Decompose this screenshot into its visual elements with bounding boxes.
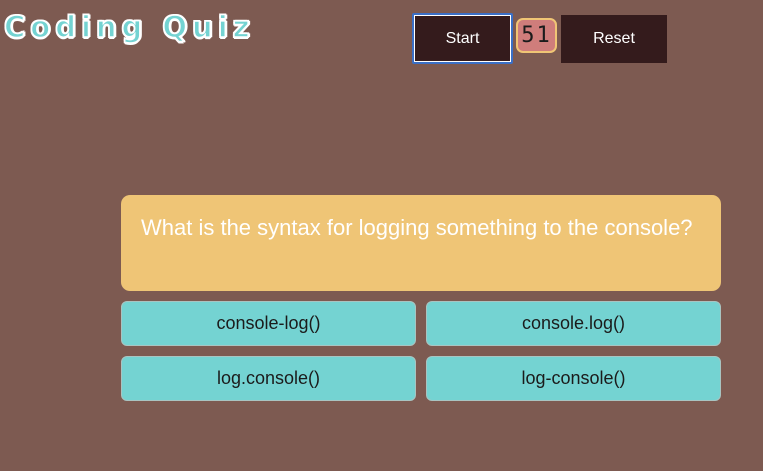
answer-option-3[interactable]: log.console() [121, 356, 416, 401]
app-title: Coding Quiz [3, 10, 255, 44]
timer-display: 51 [516, 18, 557, 53]
question-text: What is the syntax for logging something… [141, 215, 693, 240]
question-card: What is the syntax for logging something… [121, 195, 721, 291]
answer-option-2[interactable]: console.log() [426, 301, 721, 346]
answer-option-1[interactable]: console-log() [121, 301, 416, 346]
start-button[interactable]: Start [412, 13, 513, 64]
answer-option-4[interactable]: log-console() [426, 356, 721, 401]
reset-button[interactable]: Reset [561, 15, 667, 63]
